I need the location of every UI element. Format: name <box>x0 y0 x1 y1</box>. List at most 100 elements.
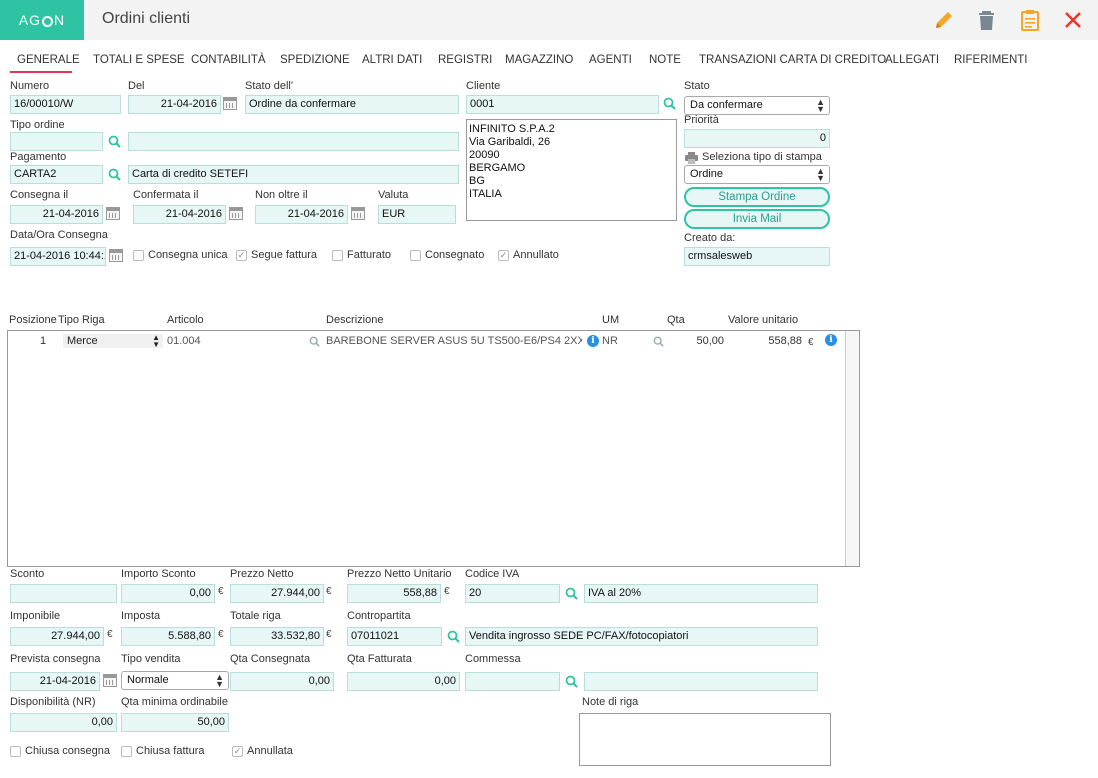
search-icon[interactable] <box>565 587 578 600</box>
contropartita-label: Contropartita <box>347 610 411 622</box>
stampa-ordine-button[interactable]: Stampa Ordine <box>684 187 830 207</box>
row-tipo-select[interactable]: Merce ▲ ▼ <box>63 334 163 349</box>
calendar-icon[interactable] <box>229 207 243 220</box>
col-um-header[interactable]: UM <box>602 314 619 326</box>
qta-minima-field[interactable]: 50,00 <box>121 713 229 732</box>
annullata-checkbox[interactable]: ✓ <box>232 746 243 757</box>
search-icon[interactable] <box>309 336 320 347</box>
agon-logo[interactable]: AG N <box>0 0 84 40</box>
tab-riferimenti[interactable]: RIFERIMENTI <box>954 54 1027 66</box>
calendar-icon[interactable] <box>106 207 120 220</box>
euro-symbol: € <box>218 586 224 597</box>
commessa-desc-field[interactable] <box>584 672 818 691</box>
prezzo-netto-field[interactable]: 27.944,00 <box>230 584 324 603</box>
commessa-field[interactable] <box>465 672 560 691</box>
tab-note[interactable]: NOTE <box>649 54 681 66</box>
cliente-code-field[interactable]: 0001 <box>466 95 659 114</box>
cliente-address-textarea[interactable]: INFINITO S.P.A.2 Via Garibaldi, 26 20090… <box>466 119 677 221</box>
tab-transazioni-carta[interactable]: TRANSAZIONI CARTA DI CREDITO <box>699 54 886 66</box>
tab-allegati[interactable]: ALLEGATI <box>885 54 939 66</box>
chiusa-consegna-checkbox[interactable] <box>10 746 21 757</box>
importo-sconto-field[interactable]: 0,00 <box>121 584 215 603</box>
search-icon[interactable] <box>447 630 460 643</box>
col-descrizione-header[interactable]: Descrizione <box>326 314 383 326</box>
numero-field[interactable]: 16/00010/W <box>10 95 121 114</box>
calendar-icon[interactable] <box>351 207 365 220</box>
codice-iva-label: Codice IVA <box>465 568 520 580</box>
close-icon[interactable] <box>1060 7 1086 33</box>
info-icon[interactable]: i <box>825 334 837 346</box>
prevista-consegna-field[interactable]: 21-04-2016 <box>10 672 100 691</box>
tab-spedizione[interactable]: SPEDIZIONE <box>280 54 350 66</box>
prezzo-netto-unitario-label: Prezzo Netto Unitario <box>347 568 452 580</box>
non-oltre-date-field[interactable]: 21-04-2016 <box>255 205 348 224</box>
col-valore-unitario-header[interactable]: Valore unitario <box>728 314 798 326</box>
row-um: NR <box>602 335 618 347</box>
calendar-icon[interactable] <box>103 674 117 687</box>
euro-symbol: € <box>444 586 450 597</box>
segue-fattura-checkbox[interactable]: ✓ <box>236 250 247 261</box>
col-qta-header[interactable]: Qta <box>667 314 685 326</box>
fatturato-checkbox[interactable] <box>332 250 343 261</box>
chiusa-fattura-checkbox[interactable] <box>121 746 132 757</box>
codice-iva-desc-field[interactable]: IVA al 20% <box>584 584 818 603</box>
col-tipo-riga-header[interactable]: Tipo Riga <box>58 314 105 326</box>
pencil-edit-icon[interactable] <box>931 7 957 33</box>
col-posizione-header[interactable]: Posizione <box>9 314 57 326</box>
grid-scrollbar[interactable] <box>845 331 859 566</box>
qta-fatturata-field[interactable]: 0,00 <box>347 672 460 691</box>
contropartita-desc-field[interactable]: Vendita ingrosso SEDE PC/FAX/fotocopiato… <box>465 627 818 646</box>
disponibilita-label: Disponibilità (NR) <box>10 696 96 708</box>
tab-altri-dati[interactable]: ALTRI DATI <box>362 54 422 66</box>
trash-delete-icon[interactable] <box>974 7 1000 33</box>
tab-contabilita[interactable]: CONTABILITÀ <box>191 54 266 66</box>
stato-select[interactable]: Da confermare ▲ ▼ <box>684 96 830 115</box>
creato-da-field[interactable]: crmsalesweb <box>684 247 830 266</box>
imposta-field[interactable]: 5.588,80 <box>121 627 215 646</box>
search-icon[interactable] <box>663 97 676 110</box>
consegnato-checkbox[interactable] <box>410 250 421 261</box>
col-articolo-header[interactable]: Articolo <box>167 314 204 326</box>
annullato-checkbox[interactable]: ✓ <box>498 250 509 261</box>
valuta-field[interactable]: EUR <box>378 205 456 224</box>
data-ora-field[interactable]: 21-04-2016 10:44:1 <box>10 247 106 266</box>
info-icon[interactable]: i <box>587 335 599 347</box>
qta-consegnata-field[interactable]: 0,00 <box>230 672 334 691</box>
pagamento-desc-field[interactable]: Carta di credito SETEFI <box>128 165 459 184</box>
sconto-field[interactable] <box>10 584 117 603</box>
contropartita-field[interactable]: 07011021 <box>347 627 442 646</box>
consegna-unica-checkbox[interactable] <box>133 250 144 261</box>
priorita-field[interactable]: 0 <box>684 129 830 148</box>
stato-dell-field[interactable]: Ordine da confermare <box>245 95 459 114</box>
tipo-ordine-code-field[interactable] <box>10 132 103 151</box>
calendar-icon[interactable] <box>109 249 123 262</box>
tab-totali-e-spese[interactable]: TOTALI E SPESE <box>93 54 185 66</box>
fatturato-label: Fatturato <box>347 249 392 261</box>
tab-generale[interactable]: GENERALE <box>17 54 80 66</box>
tab-agenti[interactable]: AGENTI <box>589 54 632 66</box>
imposta-label: Imposta <box>121 610 161 622</box>
codice-iva-field[interactable]: 20 <box>465 584 560 603</box>
search-icon[interactable] <box>565 675 578 688</box>
annullato-label: Annullato <box>513 249 559 261</box>
stampa-tipo-select[interactable]: Ordine ▲ ▼ <box>684 165 830 184</box>
totale-riga-field[interactable]: 33.532,80 <box>230 627 324 646</box>
del-date-field[interactable]: 21-04-2016 <box>128 95 221 114</box>
note-di-riga-textarea[interactable] <box>579 713 831 766</box>
imponibile-field[interactable]: 27.944,00 <box>10 627 104 646</box>
clipboard-icon[interactable] <box>1017 7 1043 33</box>
tipo-vendita-select[interactable]: Normale ▲ ▼ <box>121 671 229 690</box>
calendar-icon[interactable] <box>223 97 237 110</box>
tipo-ordine-desc-field[interactable] <box>128 132 459 151</box>
search-icon[interactable] <box>108 168 121 181</box>
search-icon[interactable] <box>653 336 664 347</box>
consegna-date-field[interactable]: 21-04-2016 <box>10 205 103 224</box>
pagamento-code-field[interactable]: CARTA2 <box>10 165 103 184</box>
prezzo-netto-unitario-field[interactable]: 558,88 <box>347 584 441 603</box>
confermata-date-field[interactable]: 21-04-2016 <box>133 205 226 224</box>
search-icon[interactable] <box>108 135 121 148</box>
tab-magazzino[interactable]: MAGAZZINO <box>505 54 573 66</box>
tab-registri[interactable]: REGISTRI <box>438 54 492 66</box>
invia-mail-button[interactable]: Invia Mail <box>684 209 830 229</box>
disponibilita-field[interactable]: 0,00 <box>10 713 117 732</box>
